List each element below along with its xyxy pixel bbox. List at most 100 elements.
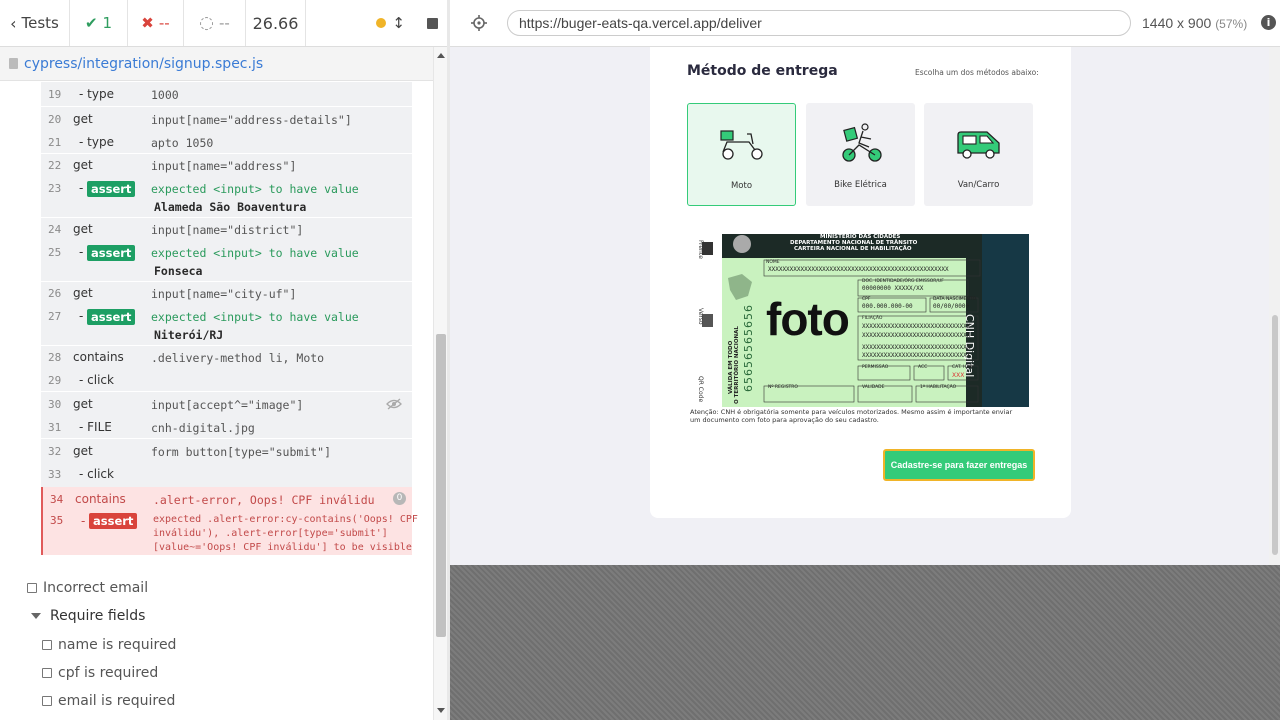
command-message: .alert-error, Oops! CPF inválidu [153,493,375,507]
method-label: Moto [730,181,753,191]
command-row[interactable]: 19 - type 1000 [41,82,412,106]
command-message: cnh-digital.jpg [151,421,255,435]
command-message: expected <input> to have value [151,182,359,196]
scrollbar-thumb[interactable] [436,334,446,637]
failed-count-value: -- [158,14,170,32]
scroll-up-icon[interactable] [437,53,445,58]
running-indicator-icon: ↕ [376,14,405,32]
pending-count: ◌ -- [184,0,246,46]
test-title: email is required [58,693,176,709]
suite-require-fields[interactable]: Require fields [31,608,145,624]
run-controls: ↕ [306,0,450,46]
viewport-size: 1440 x 900 [1142,15,1212,31]
cnh-doc-label: DOC. IDENTIDADE/ÓRG EMISSOR/UF [862,279,944,284]
delivery-form-card: Método de entrega Escolha um dos métodos… [650,47,1071,518]
command-log-panel: ‹ Tests ✔ 1 ✖ -- ◌ -- 26.66 ↕ cypress/in… [0,0,450,720]
command-name[interactable]: - FILE [79,420,112,434]
scroll-down-icon[interactable] [437,708,445,713]
assert-badge[interactable]: assert [87,181,136,197]
command-number: 25 [48,246,62,259]
cnh-header-3: CARTEIRA NACIONAL DE HABILITAÇÃO [794,246,912,252]
test-email-required[interactable]: email is required [42,693,175,709]
command-number: 33 [48,468,62,481]
motorcycle-icon [720,130,763,160]
command-number: 28 [48,351,62,364]
stop-button[interactable] [427,17,438,29]
assert-badge[interactable]: assert [87,245,136,261]
spec-file-link[interactable]: cypress/integration/signup.spec.js [24,56,263,72]
command-group: 24 get input[name="district"] 25 - asser… [41,218,412,281]
reporter-scrollbar[interactable] [433,47,447,720]
command-name[interactable]: get [73,222,93,236]
test-title: cpf is required [58,665,159,681]
command-message: input[name="city-uf"] [151,287,297,301]
van-icon [957,131,1000,159]
cnh-nasc-label: DATA NASCIMENTO [933,297,977,302]
command-group: 26 get input[name="city-uf"] 27 - assert… [41,282,412,345]
command-name[interactable]: get [73,112,93,126]
cnh-registro-label: Nº REGISTRO [768,385,798,390]
test-title: Incorrect email [43,580,149,596]
cnh-filiacao-line: XXXXXXXXXXXXXXXXXXXXXXXXXXXXXX [862,332,971,339]
viewport-info[interactable]: 1440 x 900 (57%) [1142,15,1247,31]
method-label: Van/Carro [957,180,1000,190]
cnh-permissao-label: PERMISSÃO [862,365,889,370]
command-message: expected <input> to have value [151,310,359,324]
command-name[interactable]: get [73,444,93,458]
cnh-notice: Atenção: CNH é obrigatória somente para … [690,408,1013,424]
assert-badge[interactable]: assert [87,309,136,325]
test-cpf-required[interactable]: cpf is required [42,665,158,681]
command-message: input[name="district"] [151,223,304,237]
viewport-scale: (57%) [1215,17,1248,31]
command-number: 20 [48,113,62,126]
command-name[interactable]: contains [73,350,124,364]
command-message: input[name="address"] [151,159,297,173]
cnh-filiacao-label: FILIAÇÃO [862,316,883,321]
auto-scroll-icon[interactable]: ↕ [392,14,405,32]
info-icon[interactable]: i [1261,15,1276,30]
tests-nav-button[interactable]: ‹ Tests [0,0,70,46]
delivery-method-bike[interactable]: Bike Elétrica [806,103,915,206]
cnh-frente-label: Frente [697,240,704,259]
element-count-badge: 0 [393,492,406,505]
cnh-foto-label: foto [766,293,850,345]
command-name[interactable]: - click [79,373,114,387]
url-field[interactable]: https://buger-eats-qa.vercel.app/deliver [507,10,1131,36]
delivery-method-moto[interactable]: Moto [687,103,796,206]
aut-scrollbar[interactable] [1269,47,1280,565]
test-name-required[interactable]: name is required [42,637,176,653]
command-name[interactable]: - type [79,135,114,149]
test-incorrect-email[interactable]: Incorrect email [27,580,148,596]
duration: 26.66 [246,0,306,46]
aut-scrollbar-thumb[interactable] [1272,315,1278,555]
tests-label: Tests [21,14,59,32]
test-status-icon [27,583,37,593]
command-group: 30 get input[accept^="image"] 31 - FILE … [41,392,412,438]
test-status-icon [42,668,52,678]
command-message: input[name="address-details"] [151,113,352,127]
submit-button[interactable]: Cadastre-se para fazer entregas [883,449,1035,481]
command-name[interactable]: - click [79,467,114,481]
cnh-filiacao-line: XXXXXXXXXXXXXXXXXXXXXXXXXXXXXX [862,323,971,330]
eye-slash-icon [386,398,402,410]
cnh-habilitacao-label: 1ª HABILITAÇÃO [920,385,957,390]
command-name: contains [75,492,126,506]
method-label: Bike Elétrica [834,180,887,190]
command-name[interactable]: get [73,397,93,411]
cnh-document [690,234,1029,407]
failed-command-group[interactable]: 34 contains .alert-error, Oops! CPF invá… [41,487,418,555]
delivery-method-van[interactable]: Van/Carro [924,103,1033,206]
selector-playground-icon[interactable] [471,15,487,31]
command-name[interactable]: get [73,286,93,300]
cnh-preview-image: MINISTÉRIO DAS CIDADES DEPARTAMENTO NACI… [690,234,1029,407]
command-number: 24 [48,223,62,236]
cnh-cat-label: CAT. HAB. [952,365,974,370]
reporter-header: ‹ Tests ✔ 1 ✖ -- ◌ -- 26.66 ↕ [0,0,450,47]
command-number: 31 [48,421,62,434]
command-message: input[accept^="image"] [151,398,304,412]
cnh-filiacao-line: XXXXXXXXXXXXXXXXXXXXXXXXXXXXXX [862,344,971,351]
assert-failed-badge[interactable]: assert [89,513,138,529]
command-name[interactable]: get [73,158,93,172]
command-number: 29 [48,374,62,387]
command-number: 23 [48,182,62,195]
